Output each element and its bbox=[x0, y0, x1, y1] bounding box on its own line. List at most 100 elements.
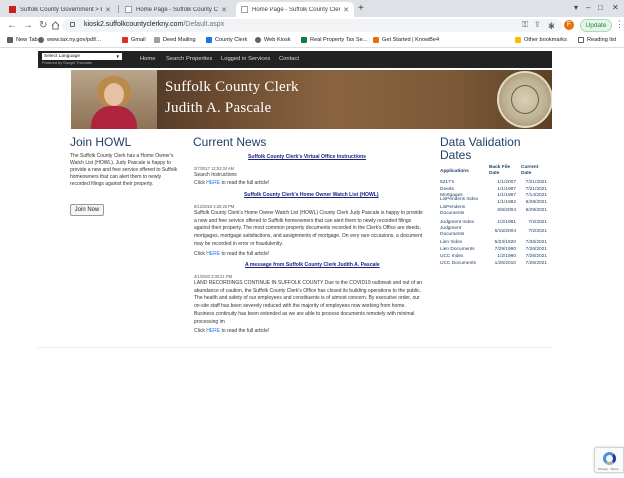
reading-list[interactable]: Reading list bbox=[578, 37, 616, 43]
new-tab-button[interactable]: + bbox=[358, 2, 364, 15]
banner-subtitle: Judith A. Pascale bbox=[165, 100, 272, 116]
cell-current-date: 7/21/2021 bbox=[525, 180, 547, 185]
url-text[interactable]: kiosk2.suffolkcountyclerkny.com/Default.… bbox=[84, 21, 224, 28]
close-tab-icon[interactable]: ✕ bbox=[221, 6, 227, 14]
county-seal bbox=[497, 71, 552, 128]
browser-tab-strip: Suffolk County Government > Elect ✕ Home… bbox=[0, 0, 624, 17]
cell-back-file-date: 1/1/1987 bbox=[497, 187, 516, 192]
tab-suffolk-government[interactable]: Suffolk County Government > Elect ✕ bbox=[4, 2, 116, 17]
menu-kebab-icon[interactable]: ⋮ bbox=[615, 19, 624, 30]
extensions-icon[interactable]: ✱ bbox=[548, 20, 555, 33]
folder-icon bbox=[515, 37, 521, 43]
browser-toolbar: ← → ↻ kiosk2.suffolkcountyclerkny.com/De… bbox=[0, 17, 624, 34]
news-item-body: LAND RECORDINGS CONTINUE IN SUFFOLK COUN… bbox=[194, 280, 423, 325]
site-nav-bar: Select Language ▼ Powered by Google Trans… bbox=[38, 51, 552, 68]
read-more-link[interactable]: HERE bbox=[206, 180, 220, 186]
recaptcha-icon bbox=[603, 452, 616, 465]
news-item-read-more: Click HERE to read the full article! bbox=[194, 251, 270, 257]
bookmark-tax-ny[interactable]: www.tax.ny.gov/pdf/... bbox=[38, 37, 101, 43]
update-button[interactable]: Update bbox=[580, 19, 612, 32]
banner-title: Suffolk County Clerk bbox=[165, 79, 299, 95]
reading-list-icon bbox=[578, 37, 584, 43]
lock-icon[interactable] bbox=[70, 22, 75, 27]
address-bar[interactable]: kiosk2.suffolkcountyclerkny.com/Default.… bbox=[62, 19, 562, 32]
cell-application: LisPendens Documents bbox=[440, 205, 466, 216]
other-bookmarks[interactable]: Other bookmarks bbox=[515, 37, 567, 43]
minimize-icon[interactable]: – bbox=[586, 3, 590, 12]
col-current-date: Current Date bbox=[521, 165, 539, 176]
cell-current-date: 7/26/2021 bbox=[525, 247, 547, 252]
tab-search-icon[interactable]: ▾ bbox=[574, 3, 578, 12]
cell-application: Lien Documents bbox=[440, 247, 475, 252]
header-banner: Suffolk County Clerk Judith A. Pascale bbox=[71, 70, 552, 129]
howl-description: The Suffolk County Clerk has a Home Owne… bbox=[70, 153, 178, 187]
cell-application: UCC Documents bbox=[440, 261, 476, 266]
read-more-link[interactable]: HERE bbox=[206, 251, 220, 257]
key-icon[interactable]: ⚿ bbox=[522, 20, 528, 30]
news-item-title[interactable]: A message from Suffolk County Clerk Judi… bbox=[245, 262, 380, 268]
news-item-body: Suffolk County Clerk's Home Owner Watch … bbox=[194, 210, 423, 247]
cell-back-file-date: 1/1/1987 bbox=[497, 193, 516, 198]
table-row: Lien Index 5/23/1820 7/26/2021 bbox=[440, 240, 552, 247]
flag-icon bbox=[9, 6, 16, 13]
news-item-read-more: Click HERE to read the full article! bbox=[194, 328, 270, 334]
page-icon bbox=[206, 37, 212, 43]
cell-current-date: 7/2/2021 bbox=[528, 220, 547, 225]
close-tab-icon[interactable]: ✕ bbox=[105, 6, 111, 14]
read-more-link[interactable]: HERE bbox=[206, 328, 220, 334]
recaptcha-links[interactable]: Privacy - Terms bbox=[598, 467, 619, 471]
reload-icon[interactable]: ↻ bbox=[39, 19, 47, 32]
bookmark-gmail[interactable]: Gmail bbox=[122, 37, 146, 43]
cell-application: Lien Index bbox=[440, 240, 463, 245]
tab-label: Home Page - Suffolk County Clerk bbox=[136, 6, 218, 13]
page-icon bbox=[154, 37, 160, 43]
bookmark-real-property-tax[interactable]: Real Property Tax Se... bbox=[301, 37, 367, 43]
bookmarks-bar: New Tab www.tax.ny.gov/pdf/... Gmail Dee… bbox=[0, 34, 624, 48]
data-validation-heading: Data Validation bbox=[440, 135, 521, 149]
news-item-date: 6/12/2018 2:25:25 PM bbox=[194, 204, 235, 209]
share-icon[interactable]: ⇪ bbox=[534, 20, 541, 29]
close-window-icon[interactable]: ✕ bbox=[612, 3, 619, 12]
table-row: UCC Documents 1/26/2010 7/26/2021 bbox=[440, 261, 552, 268]
news-item-date: 2/7/2017 12:53:34 AM bbox=[194, 166, 235, 171]
bookmark-county-clerk[interactable]: County Clerk bbox=[206, 37, 247, 43]
bookmark-knowbe4[interactable]: Get Started | KnowBe4 bbox=[373, 37, 439, 43]
nav-home[interactable]: Home bbox=[140, 56, 155, 62]
bookmark-deed-mailing[interactable]: Deed Mailing bbox=[154, 37, 196, 43]
tab-label: Home Page - Suffolk County Clerk bbox=[252, 6, 341, 13]
maximize-icon[interactable]: □ bbox=[598, 3, 603, 12]
cell-application: 5217's bbox=[440, 180, 454, 185]
table-row: 5217's 1/1/2007 7/21/2021 bbox=[440, 180, 552, 187]
chevron-down-icon: ▼ bbox=[115, 54, 120, 59]
tab-home-page-1[interactable]: Home Page - Suffolk County Clerk ✕ bbox=[120, 2, 232, 17]
cell-current-date: 7/26/2021 bbox=[525, 261, 547, 266]
profile-avatar[interactable]: F bbox=[564, 20, 574, 30]
nav-logged-in-services[interactable]: Logged in Services bbox=[221, 56, 270, 62]
nav-contact[interactable]: Contact bbox=[279, 56, 299, 62]
language-select[interactable]: Select Language ▼ bbox=[42, 53, 122, 60]
cell-back-file-date: 1/2/1980 bbox=[497, 254, 516, 259]
page-icon bbox=[373, 37, 379, 43]
cell-application: Judgment Documents bbox=[440, 226, 465, 237]
cell-current-date: 7/21/2021 bbox=[525, 187, 547, 192]
cell-current-date: 6/29/2021 bbox=[525, 208, 547, 213]
news-item-title[interactable]: Suffolk County Clerk's Home Owner Watch … bbox=[244, 192, 379, 198]
nav-search-properties[interactable]: Search Properties bbox=[166, 56, 212, 62]
col-applications: Applications bbox=[440, 169, 469, 174]
tab-label: Suffolk County Government > Elect bbox=[20, 6, 102, 13]
close-tab-icon[interactable]: ✕ bbox=[343, 6, 349, 14]
join-now-button[interactable]: Join Now bbox=[70, 204, 104, 216]
table-row: UCC Index 1/2/1980 7/26/2021 bbox=[440, 254, 552, 261]
forward-icon[interactable]: → bbox=[23, 19, 33, 32]
news-item-title[interactable]: Suffolk County Clerk's Virtual Office In… bbox=[248, 154, 366, 160]
tab-home-page-active[interactable]: Home Page - Suffolk County Clerk ✕ bbox=[236, 2, 354, 17]
bookmark-new-tab[interactable]: New Tab bbox=[7, 37, 38, 43]
gmail-icon bbox=[122, 37, 128, 43]
powered-by-translate[interactable]: Powered by Google Translate bbox=[42, 61, 92, 65]
back-icon[interactable]: ← bbox=[7, 19, 17, 32]
footer-divider bbox=[38, 347, 552, 348]
table-row: Judgment Documents 6/15/2004 7/2/2021 bbox=[440, 226, 552, 237]
recaptcha-badge[interactable]: Privacy - Terms bbox=[594, 447, 624, 473]
home-icon[interactable] bbox=[51, 21, 60, 30]
bookmark-web-kiosk[interactable]: Web Kiosk bbox=[255, 37, 291, 43]
